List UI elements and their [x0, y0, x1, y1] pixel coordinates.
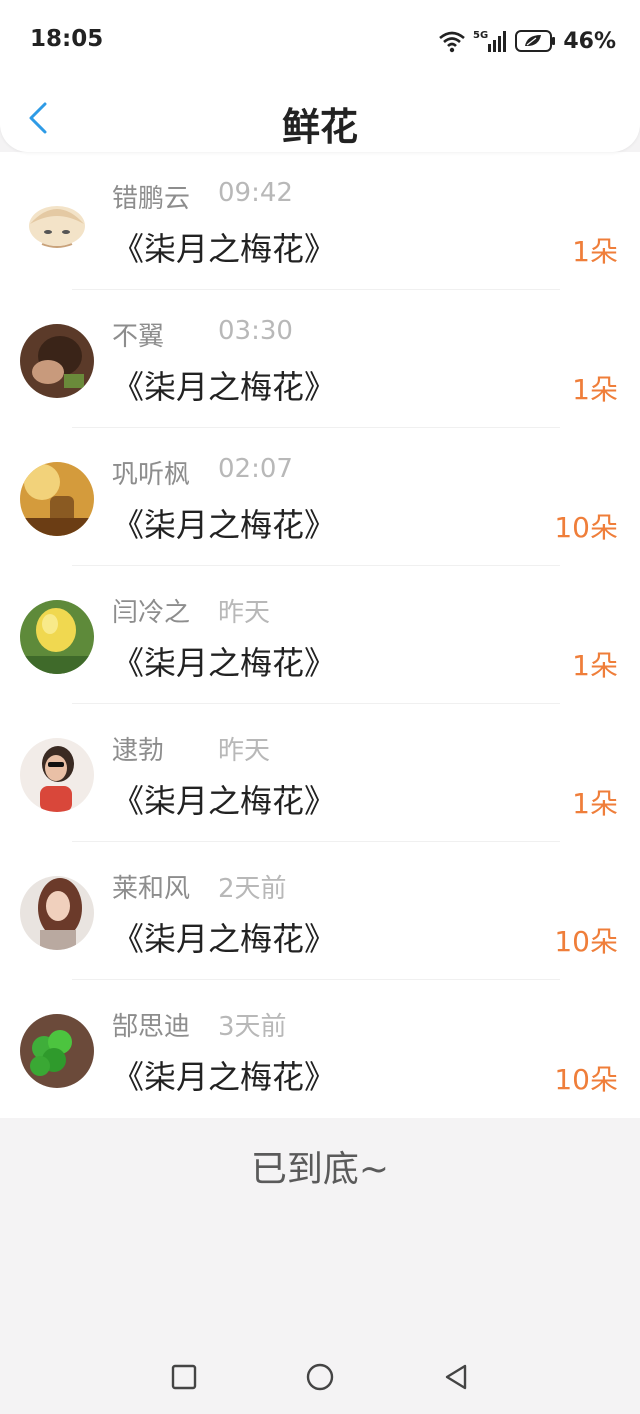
flower-count: 1朵 [572, 373, 618, 406]
send-time: 02:07 [218, 454, 293, 484]
list-item[interactable]: 莱和风 2天前 《柒月之梅花》 10朵 [0, 842, 640, 980]
end-of-list-text: 已到底~ [250, 1149, 390, 1190]
avatar [20, 738, 94, 812]
status-time: 18:05 [30, 26, 104, 52]
avatar [20, 600, 94, 674]
flower-count: 1朵 [572, 787, 618, 820]
list-item[interactable]: 不翼 03:30 《柒月之梅花》 1朵 [0, 290, 640, 428]
sender-name: 逮勃 [112, 736, 165, 766]
flower-count: 10朵 [554, 925, 618, 958]
header: 18:05 5G 46% 鲜花 [0, 0, 640, 152]
sender-name: 巩听枫 [112, 460, 191, 490]
svg-text:5G: 5G [473, 30, 488, 41]
flower-count: 10朵 [554, 1063, 618, 1096]
send-time: 2天前 [218, 874, 287, 904]
send-time: 3天前 [218, 1012, 287, 1042]
book-title: 《柒月之梅花》 [112, 1058, 337, 1096]
book-title: 《柒月之梅花》 [112, 644, 337, 682]
sender-name: 闫冷之 [112, 598, 191, 628]
avatar [20, 324, 94, 398]
send-time: 03:30 [218, 316, 293, 346]
send-time: 09:42 [218, 178, 293, 208]
sender-name: 莱和风 [112, 874, 191, 904]
system-nav-bar [0, 1344, 640, 1414]
home-button[interactable] [305, 1362, 335, 1392]
list-item[interactable]: 巩听枫 02:07 《柒月之梅花》 10朵 [0, 428, 640, 566]
list-item[interactable]: 闫冷之 昨天 《柒月之梅花》 1朵 [0, 566, 640, 704]
triangle-back-icon [445, 1364, 467, 1390]
send-time: 昨天 [218, 736, 271, 766]
flower-count: 1朵 [572, 649, 618, 682]
back-nav-button[interactable] [441, 1362, 471, 1392]
book-title: 《柒月之梅花》 [112, 782, 337, 820]
flower-count: 10朵 [554, 511, 618, 544]
square-icon [171, 1364, 197, 1390]
avatar [20, 186, 94, 260]
sender-name: 郜思迪 [112, 1012, 191, 1042]
avatar [20, 1014, 94, 1088]
avatar [20, 462, 94, 536]
battery-icon [515, 30, 556, 52]
list-item[interactable]: 郜思迪 3天前 《柒月之梅花》 10朵 [0, 980, 640, 1118]
avatar [20, 876, 94, 950]
send-time: 昨天 [218, 598, 271, 628]
sender-name: 错鹏云 [112, 184, 191, 214]
wifi-icon [439, 31, 466, 53]
book-title: 《柒月之梅花》 [112, 920, 337, 958]
flower-list: 错鹏云 09:42 《柒月之梅花》 1朵 不翼 03:30 《柒月之梅花》 1朵 [0, 152, 640, 1118]
list-item[interactable]: 错鹏云 09:42 《柒月之梅花》 1朵 [0, 152, 640, 290]
recent-apps-button[interactable] [169, 1362, 199, 1392]
page-title: 鲜花 [281, 105, 358, 149]
status-icons: 5G 46% [437, 26, 616, 56]
list-item[interactable]: 逮勃 昨天 《柒月之梅花》 1朵 [0, 704, 640, 842]
book-title: 《柒月之梅花》 [112, 230, 337, 268]
sender-name: 不翼 [112, 322, 165, 352]
flower-count: 1朵 [572, 235, 618, 268]
signal-5g-icon: 5G [473, 30, 507, 52]
book-title: 《柒月之梅花》 [112, 368, 337, 406]
battery-percentage: 46% [563, 28, 616, 54]
circle-icon [306, 1363, 334, 1391]
book-title: 《柒月之梅花》 [112, 506, 337, 544]
